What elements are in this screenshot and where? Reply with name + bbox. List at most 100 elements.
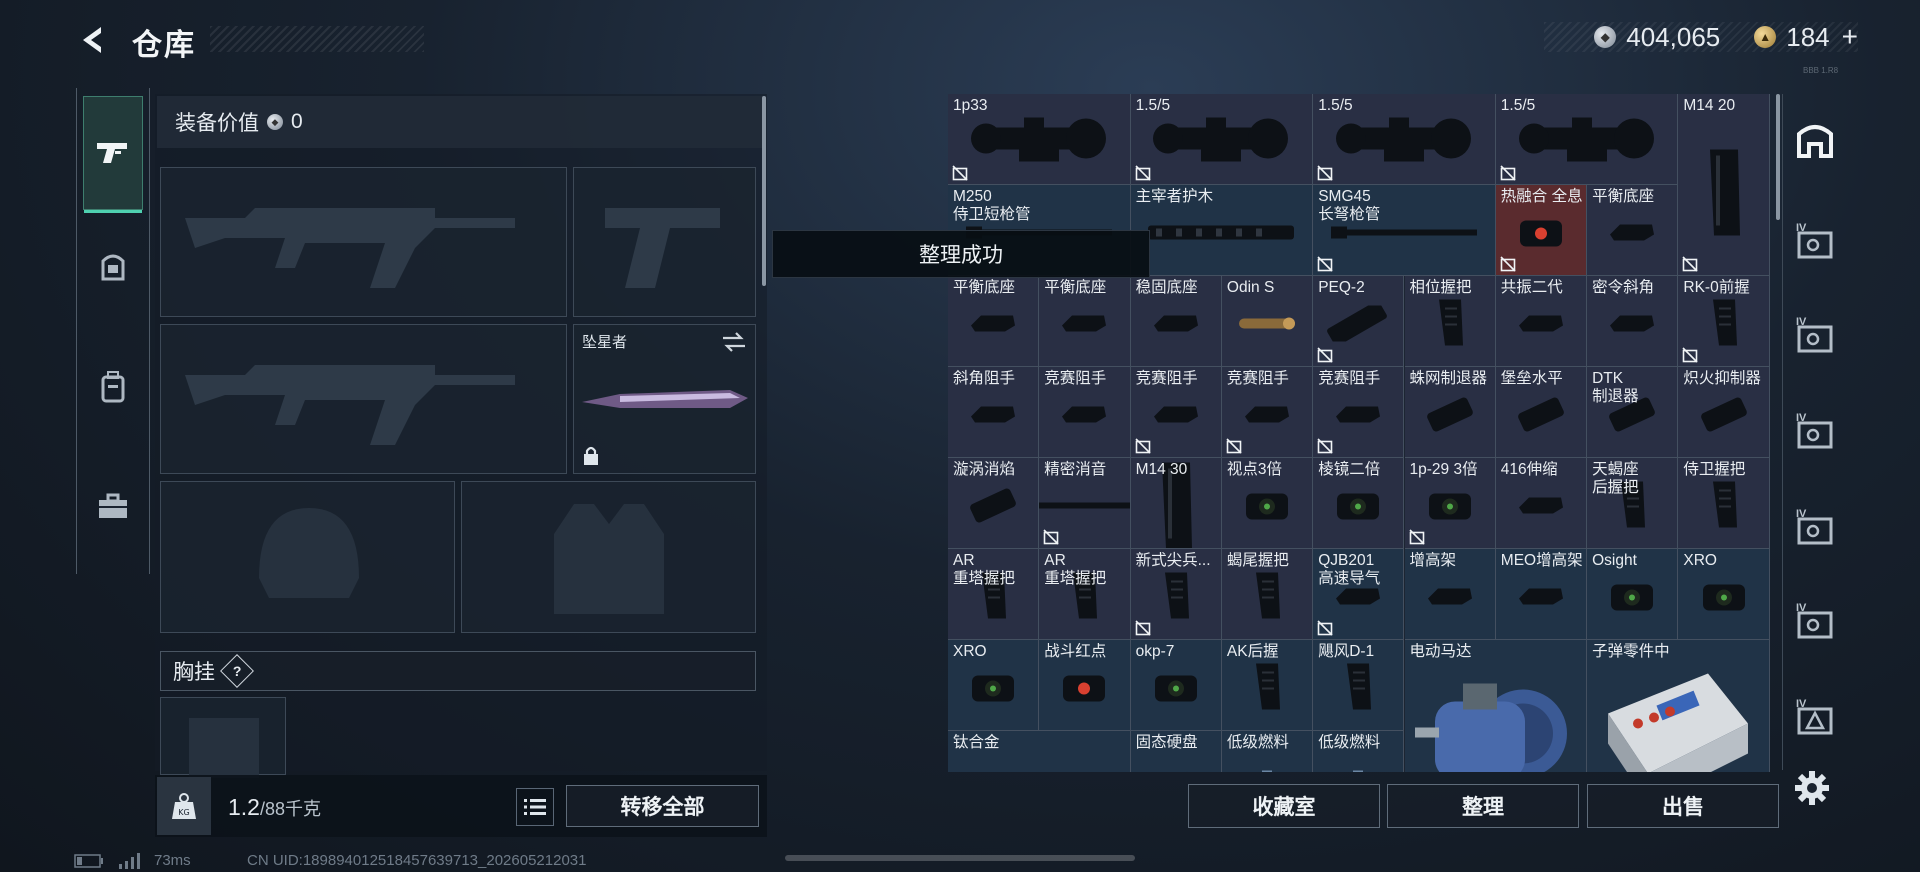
inventory-item[interactable]: 稳固底座 — [1130, 276, 1222, 367]
melee-slot[interactable]: 坠星者 — [573, 324, 756, 474]
inventory-item[interactable]: AR 重塔握把 — [948, 549, 1040, 640]
inventory-item[interactable]: 侍卫握把 — [1678, 458, 1770, 549]
inventory-item-label: 竞赛阻手 — [1044, 370, 1107, 387]
chest-rig-slot[interactable] — [160, 697, 286, 778]
inventory-item[interactable]: QJB201 高速导气 — [1313, 549, 1405, 640]
inventory-item[interactable]: 竞赛阻手 — [1039, 367, 1131, 458]
inventory-item[interactable]: 1p33 — [948, 94, 1131, 185]
inventory-item[interactable]: SMG45 长弩枪管 — [1313, 185, 1496, 276]
equipment-scrollbar[interactable] — [762, 96, 766, 286]
organize-button[interactable]: 整理 — [1387, 784, 1579, 828]
inventory-item[interactable]: 炽火抑制器 — [1678, 367, 1770, 458]
no-trade-icon — [1500, 256, 1516, 272]
inventory-item[interactable]: 相位握把 — [1404, 276, 1496, 367]
inventory-item[interactable]: 1p-29 3倍 — [1404, 458, 1496, 549]
inventory-item[interactable]: 热融合 全息 — [1495, 185, 1588, 276]
inventory-item-label: AR 重塔握把 — [953, 552, 1016, 587]
nav-weapons-tab[interactable] — [83, 96, 143, 213]
inventory-item[interactable]: 天蝎座 后握把 — [1587, 458, 1679, 549]
inventory-item[interactable]: M14 30 — [1130, 458, 1222, 549]
inventory-item[interactable]: 低级燃料 — [1313, 731, 1405, 772]
primary-weapon-slot[interactable] — [160, 167, 567, 317]
inventory-item[interactable]: 平衡底座 — [1039, 276, 1131, 367]
safe-box-tab-6[interactable]: IV — [1793, 698, 1837, 742]
inventory-item[interactable]: XRO — [948, 640, 1040, 731]
inventory-item[interactable]: 飓风D-1 — [1313, 640, 1405, 731]
inventory-item[interactable]: Osight — [1587, 549, 1679, 640]
inventory-item[interactable]: AR 重塔握把 — [1039, 549, 1131, 640]
inventory-item[interactable]: PEQ-2 — [1313, 276, 1405, 367]
muzzle-item-icon — [1422, 395, 1478, 440]
inventory-item[interactable]: 钛合金 — [948, 731, 1131, 772]
inventory-item[interactable]: 棱镜二倍 — [1313, 458, 1405, 549]
safe-box-tab-5[interactable]: IV — [1793, 602, 1837, 646]
inventory-item[interactable]: AK后握 — [1221, 640, 1314, 731]
nav-case-tab[interactable] — [85, 478, 141, 534]
back-button[interactable] — [74, 20, 114, 60]
sell-button[interactable]: 出售 — [1587, 784, 1779, 828]
safe-box-tab-1[interactable]: IV — [1793, 222, 1837, 266]
chest-rig-header: 胸挂 ? — [160, 651, 756, 691]
inventory-item[interactable]: 电动马达 — [1404, 640, 1588, 772]
help-icon[interactable]: ? — [220, 654, 254, 688]
inventory-item[interactable]: 1.5/5 — [1313, 94, 1496, 185]
helmet-slot[interactable] — [160, 481, 455, 633]
currency-bar: ◆ 404,065 ▲ 184 + — [1544, 21, 1858, 53]
signal-icon — [119, 852, 140, 869]
inventory-grid: 1p33 1.5/5 1.5/5 1.5/5 M14 20 M250 侍卫短枪管 主宰者护木… — [948, 94, 1770, 772]
inventory-item[interactable]: 平衡底座 — [948, 276, 1040, 367]
inventory-item[interactable]: 1.5/5 — [1130, 94, 1314, 185]
inventory-item[interactable]: DTK 制退器 — [1587, 367, 1679, 458]
inventory-item[interactable]: 竞赛阻手 — [1221, 367, 1314, 458]
inventory-item[interactable]: 精密消音 — [1039, 458, 1131, 549]
safe-box-tab-2[interactable]: IV — [1793, 316, 1837, 360]
tertiary-weapon-slot[interactable] — [160, 324, 567, 474]
inventory-item[interactable]: Odin S — [1221, 276, 1314, 367]
secondary-weapon-slot[interactable] — [573, 167, 756, 317]
list-view-button[interactable] — [516, 788, 554, 826]
inventory-item[interactable]: 1.5/5 — [1495, 94, 1679, 185]
inventory-item[interactable]: XRO — [1678, 549, 1770, 640]
scope-item-icon — [1146, 114, 1296, 175]
safe-box-tab-4[interactable]: IV — [1793, 508, 1837, 552]
inventory-item[interactable]: 斜角阻手 — [948, 367, 1040, 458]
safe-box-tab-3[interactable]: IV — [1793, 412, 1837, 456]
inventory-item[interactable]: 堡垒水平 — [1495, 367, 1588, 458]
inventory-item[interactable]: 蛛网制退器 — [1404, 367, 1496, 458]
add-currency-button[interactable]: + — [1842, 21, 1858, 53]
inventory-item[interactable]: 低级燃料 — [1221, 731, 1314, 772]
inventory-item[interactable]: 增高架 — [1404, 549, 1496, 640]
stash-home-button[interactable] — [1793, 118, 1837, 162]
body-armor-slot[interactable] — [461, 481, 756, 633]
nav-helmet-tab[interactable] — [85, 238, 141, 294]
inventory-item[interactable]: 子弹零件中 — [1587, 640, 1770, 772]
inventory-item[interactable]: M14 20 — [1678, 94, 1770, 276]
nav-backpack-tab[interactable] — [85, 358, 141, 414]
small-item-icon — [1515, 494, 1567, 523]
inventory-item[interactable]: okp-7 — [1130, 640, 1222, 731]
collection-room-button[interactable]: 收藏室 — [1188, 784, 1380, 828]
transfer-all-button[interactable]: 转移全部 — [566, 785, 759, 827]
inventory-item[interactable]: 密令斜角 — [1587, 276, 1679, 367]
inventory-scrollbar[interactable] — [1776, 94, 1780, 220]
fuel-item-icon — [1247, 759, 1287, 772]
inventory-item[interactable]: 漩涡消焰 — [948, 458, 1040, 549]
inventory-item[interactable]: RK-0前握 — [1678, 276, 1770, 367]
swap-icon[interactable] — [721, 331, 747, 353]
inventory-item-label: 竞赛阻手 — [1318, 370, 1381, 387]
inventory-item[interactable]: 视点3倍 — [1221, 458, 1314, 549]
inventory-item[interactable]: 战斗红点 — [1039, 640, 1131, 731]
inventory-item[interactable]: 新式尖兵... — [1130, 549, 1222, 640]
settings-button[interactable] — [1790, 766, 1834, 810]
inventory-item[interactable]: 竞赛阻手 — [1313, 367, 1405, 458]
inventory-item[interactable]: 固态硬盘 — [1130, 731, 1222, 772]
backpack-icon — [101, 371, 125, 403]
inventory-item[interactable]: 主宰者护木 — [1130, 185, 1314, 276]
inventory-item-label: 416伸缩 — [1500, 461, 1558, 478]
inventory-item[interactable]: 平衡底座 — [1587, 185, 1679, 276]
inventory-item[interactable]: MEO增高架 — [1495, 549, 1588, 640]
inventory-item[interactable]: 416伸缩 — [1495, 458, 1588, 549]
inventory-item[interactable]: 竞赛阻手 — [1130, 367, 1222, 458]
inventory-item[interactable]: 蝎尾握把 — [1221, 549, 1314, 640]
inventory-item[interactable]: 共振二代 — [1495, 276, 1588, 367]
